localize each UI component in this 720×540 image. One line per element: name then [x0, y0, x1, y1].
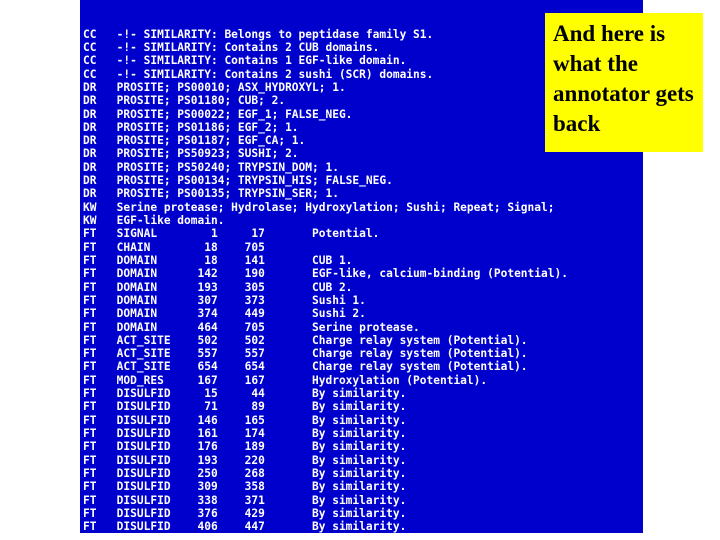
record-line: FT DOMAIN 142 190 EGF-like, calcium-bind…: [83, 267, 568, 281]
record-line: FT DISULFID 309 358 By similarity.: [83, 480, 407, 494]
record-line: KW Serine protease; Hydrolase; Hydroxyla…: [83, 200, 555, 214]
record-line: FT ACT_SITE 502 502 Charge relay system …: [83, 333, 528, 347]
record-line: DR PROSITE; PS50240; TRYPSIN_DOM; 1.: [83, 160, 339, 174]
record-line: FT SIGNAL 1 17 Potential.: [83, 227, 380, 241]
record-line: KW EGF-like domain.: [83, 214, 225, 227]
record-line: FT DISULFID 15 44 By similarity.: [83, 387, 407, 401]
record-line: FT DISULFID 71 89 By similarity.: [83, 400, 407, 414]
record-line: DR PROSITE; PS00135; TRYPSIN_SER; 1.: [83, 187, 339, 201]
record-line: FT DISULFID 146 165 By similarity.: [83, 413, 407, 427]
record-line: FT MOD_RES 167 167 Hydroxylation (Potent…: [83, 373, 488, 387]
screenshot-root: CC -!- SIMILARITY: Belongs to peptidase …: [0, 0, 720, 540]
record-line: FT DISULFID 376 429 By similarity.: [83, 506, 407, 520]
record-line: FT ACT_SITE 654 654 Charge relay system …: [83, 360, 528, 374]
callout-box: And here is what the annotator gets back: [545, 13, 703, 152]
record-line: FT DISULFID 250 268 By similarity.: [83, 466, 407, 480]
record-line: FT DOMAIN 18 141 CUB 1.: [83, 253, 353, 267]
record-line: FT DOMAIN 193 305 CUB 2.: [83, 280, 353, 294]
record-line: DR PROSITE; PS00134; TRYPSIN_HIS; FALSE_…: [83, 174, 393, 188]
record-line: FT CHAIN 18 705: [83, 240, 265, 254]
record-line: FT DISULFID 161 174 By similarity.: [83, 427, 407, 440]
record-line: FT DOMAIN 307 373 Sushi 1.: [83, 293, 366, 307]
record-line: FT DISULFID 176 189 By similarity.: [83, 440, 407, 454]
callout-text: And here is what the annotator gets back: [553, 21, 694, 136]
record-line: FT DISULFID 193 220 By similarity.: [83, 453, 407, 467]
record-line: FT DISULFID 338 371 By similarity.: [83, 493, 407, 507]
record-line: FT DOMAIN 464 705 Serine protease.: [83, 320, 420, 334]
record-line: FT DOMAIN 374 449 Sushi 2.: [83, 307, 366, 321]
record-line: FT DISULFID 406 447 By similarity.: [83, 520, 407, 533]
record-line: FT ACT_SITE 557 557 Charge relay system …: [83, 347, 528, 361]
